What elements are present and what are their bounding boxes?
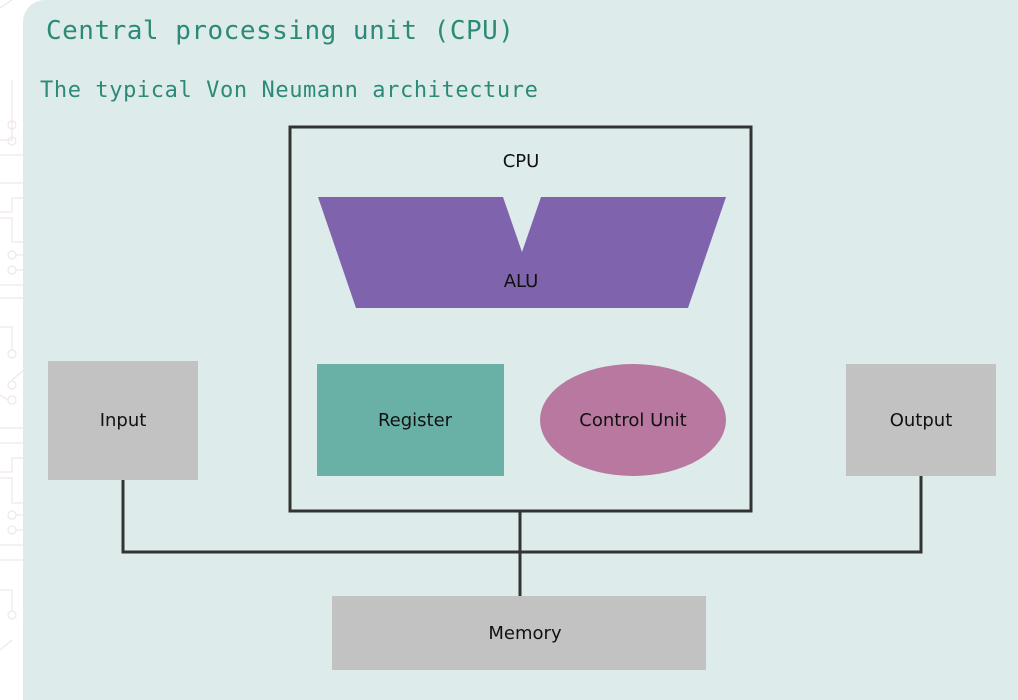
memory-label: Memory — [488, 623, 562, 644]
control-unit-label: Control Unit — [579, 410, 686, 431]
cpu-label: CPU — [503, 151, 540, 172]
bus-lines — [121, 476, 923, 596]
output-label: Output — [890, 410, 953, 431]
alu-label: ALU — [504, 271, 539, 292]
von-neumann-diagram: CPU ALU Register Control Unit Input Outp… — [48, 125, 996, 670]
register-label: Register — [378, 410, 453, 431]
input-bus-line — [121, 476, 923, 554]
input-label: Input — [100, 410, 147, 431]
